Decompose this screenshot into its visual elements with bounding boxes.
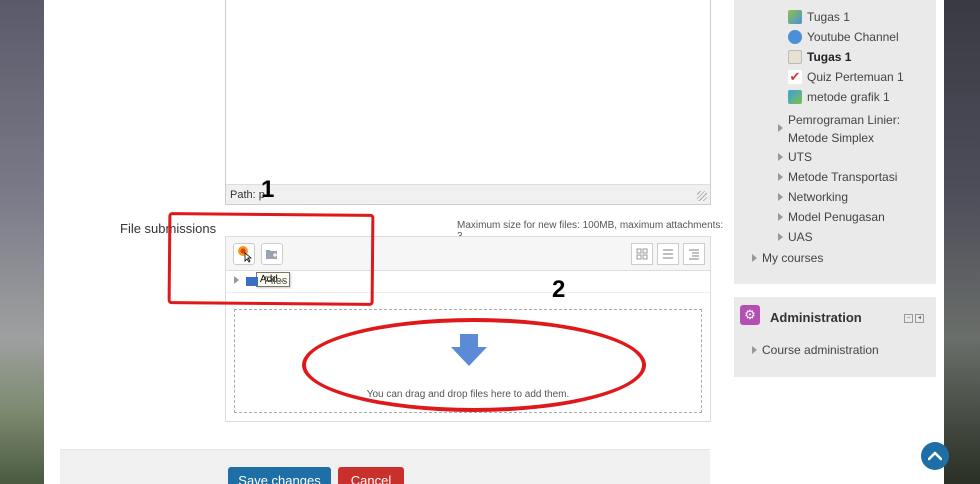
nav-item-label: Tugas 1 xyxy=(807,50,852,64)
right-sidebar: Tugas 1 Youtube Channel Tugas 1 ✔ Quiz P… xyxy=(730,0,944,484)
view-tree-button[interactable] xyxy=(683,243,705,265)
view-icons-button[interactable] xyxy=(631,243,653,265)
cancel-button[interactable]: Cancel xyxy=(338,467,404,484)
text-editor[interactable]: Path: p xyxy=(225,0,711,205)
nav-section-label-line1: Pemrograman Linier: xyxy=(788,113,901,127)
nav-item-label: metode grafik 1 xyxy=(807,90,890,104)
url-icon xyxy=(788,30,802,44)
nav-section-label: Model Penugasan xyxy=(788,210,885,224)
collapsed-arrow-icon xyxy=(778,124,783,132)
annotation-red-rectangle xyxy=(167,212,375,306)
quiz-icon: ✔ xyxy=(788,69,802,84)
editor-path-bar: Path: p xyxy=(226,184,710,204)
chevron-up-icon xyxy=(928,451,942,461)
view-list-button[interactable] xyxy=(657,243,679,265)
collapsed-arrow-icon xyxy=(778,233,783,241)
nav-course-administration[interactable]: Course administration xyxy=(752,343,879,357)
nav-section-label-line2: Metode Simplex xyxy=(788,131,875,145)
background-left xyxy=(0,0,44,484)
nav-item-tugas-1-current[interactable]: Tugas 1 xyxy=(788,50,851,64)
gears-icon: ⚙ xyxy=(740,305,760,325)
administration-block: ⚙ Administration – ◂ Course administrati… xyxy=(734,297,936,377)
nav-section-label: Networking xyxy=(788,190,849,204)
collapse-block-icon[interactable]: ◂ xyxy=(915,314,924,323)
nav-item-label: Youtube Channel xyxy=(807,30,899,44)
nav-section-label: UTS xyxy=(788,150,812,164)
nav-section-label: Metode Transportasi xyxy=(788,170,898,184)
tree-view-icon xyxy=(689,249,699,260)
nav-my-courses-label: My courses xyxy=(762,251,824,265)
editor-path-label: Path: p xyxy=(230,189,265,201)
nav-item-metode-grafik-1[interactable]: metode grafik 1 xyxy=(788,90,890,104)
administration-title: Administration xyxy=(770,310,862,325)
dock-block-icon[interactable]: – xyxy=(904,314,913,323)
course-administration-label: Course administration xyxy=(762,343,879,357)
nav-section-uas[interactable]: UAS xyxy=(778,230,813,244)
collapsed-arrow-icon xyxy=(778,193,783,201)
navigation-block: Tugas 1 Youtube Channel Tugas 1 ✔ Quiz P… xyxy=(734,0,936,284)
background-right xyxy=(944,0,980,484)
nav-item-label: Quiz Pertemuan 1 xyxy=(807,70,904,84)
nav-item-quiz-pertemuan-1[interactable]: ✔ Quiz Pertemuan 1 xyxy=(788,70,904,84)
image-icon xyxy=(788,90,802,104)
forum-icon xyxy=(788,10,802,24)
main-content: Path: p 1 File submissions Maximum size … xyxy=(44,0,730,484)
nav-item-youtube-channel[interactable]: Youtube Channel xyxy=(788,30,899,44)
nav-section-model-penugasan[interactable]: Model Penugasan xyxy=(778,210,885,224)
nav-my-courses[interactable]: My courses xyxy=(752,251,823,265)
collapsed-arrow-icon xyxy=(778,173,783,181)
annotation-red-ellipse xyxy=(302,318,646,412)
annotation-number-2: 2 xyxy=(552,276,566,303)
resize-grip-icon[interactable] xyxy=(697,191,707,201)
nav-item-tugas-1[interactable]: Tugas 1 xyxy=(788,10,850,24)
collapsed-arrow-icon xyxy=(778,213,783,221)
list-view-icon xyxy=(663,249,673,259)
nav-section-label: UAS xyxy=(788,230,813,244)
assignment-icon xyxy=(788,50,802,64)
annotation-number-1: 1 xyxy=(261,176,275,203)
collapsed-arrow-icon xyxy=(752,346,757,354)
scroll-to-top-button[interactable] xyxy=(921,442,949,470)
grid-view-icon xyxy=(636,248,648,260)
nav-item-label: Tugas 1 xyxy=(807,10,850,24)
save-changes-button[interactable]: Save changes xyxy=(228,467,331,484)
nav-section-networking[interactable]: Networking xyxy=(778,190,848,204)
nav-section-uts[interactable]: UTS xyxy=(778,150,812,164)
collapsed-arrow-icon xyxy=(752,254,757,262)
collapsed-arrow-icon xyxy=(778,153,783,161)
nav-section-label: Pemrograman Linier: Metode Simplex xyxy=(788,111,900,147)
nav-section-pemrograman-linier[interactable]: Pemrograman Linier: Metode Simplex xyxy=(778,111,900,147)
nav-section-metode-transportasi[interactable]: Metode Transportasi xyxy=(778,170,897,184)
